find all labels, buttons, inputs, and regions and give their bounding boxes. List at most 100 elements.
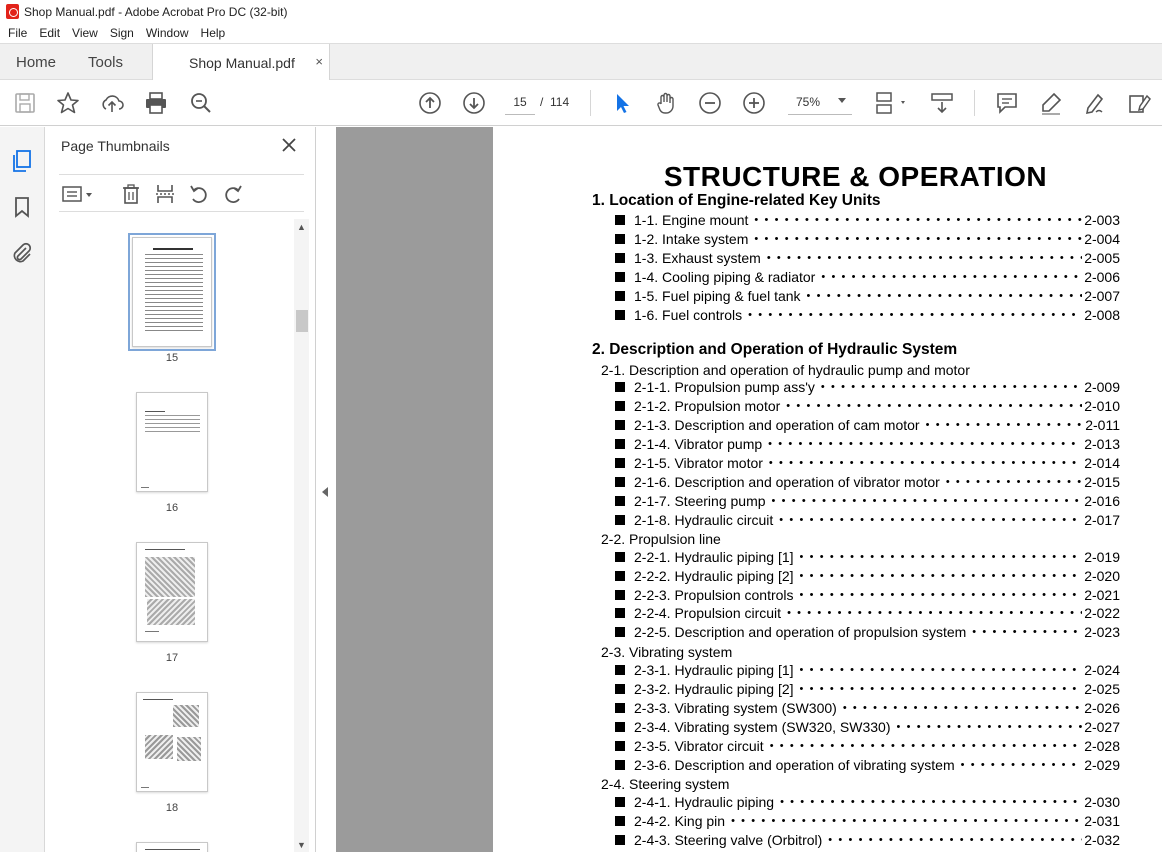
highlight-pen-icon[interactable] <box>1038 90 1064 116</box>
scrollbar-thumb[interactable] <box>296 310 308 332</box>
menu-help[interactable]: Help <box>201 26 226 40</box>
thumb-diagram <box>177 737 201 761</box>
toolbar-divider <box>590 90 591 116</box>
menu-edit[interactable]: Edit <box>39 26 60 40</box>
toc-entry-label: 2-1-8. Hydraulic circuit <box>634 512 774 528</box>
toc-entry[interactable]: 1-5. Fuel piping & fuel tank • • • • • • … <box>615 287 1120 305</box>
menu-view[interactable]: View <box>72 26 98 40</box>
dot-leader: • • • • • • • • • • • • • • • • • • • • … <box>754 214 1082 226</box>
page-thumbnails-icon[interactable] <box>10 149 34 173</box>
toc-entry[interactable]: 2-1-6. Description and operation of vibr… <box>615 473 1120 491</box>
square-bullet-icon <box>615 272 625 282</box>
menu-file[interactable]: File <box>8 26 27 40</box>
square-bullet-icon <box>615 816 625 826</box>
thumbnail-page[interactable] <box>136 842 208 852</box>
options-menu-icon[interactable] <box>61 183 95 205</box>
toc-entry[interactable]: 2-2-5. Description and operation of prop… <box>615 623 1120 641</box>
toc-entry[interactable]: 2-4-1. Hydraulic piping • • • • • • • • •… <box>615 793 1120 811</box>
panel-collapse-handle[interactable] <box>316 127 336 852</box>
tab-close-icon[interactable]: × <box>315 54 323 69</box>
print-icon[interactable] <box>143 90 169 116</box>
toc-entry[interactable]: 2-1-1. Propulsion pump ass'y • • • • • • … <box>615 378 1120 396</box>
thumbnails-panel: Page Thumbnails ▲ ▼ 15 16 17 18 <box>45 127 316 852</box>
zoom-out-icon[interactable] <box>697 90 723 116</box>
insert-page-icon[interactable] <box>154 183 176 205</box>
toc-entry[interactable]: 1-4. Cooling piping & radiator • • • • • … <box>615 268 1120 286</box>
menu-window[interactable]: Window <box>146 26 189 40</box>
main-toolbar <box>0 80 1162 126</box>
square-bullet-icon <box>615 835 625 845</box>
toc-entry[interactable]: 2-2-1. Hydraulic piping [1] • • • • • • •… <box>615 548 1120 566</box>
scroll-down-icon[interactable]: ▼ <box>297 840 306 850</box>
toc-entry-label: 2-2-1. Hydraulic piping [1] <box>634 549 794 565</box>
sign-pen-icon[interactable] <box>1082 90 1108 116</box>
select-cursor-icon[interactable] <box>609 90 635 116</box>
comment-icon[interactable] <box>994 90 1020 116</box>
thumbnail-page[interactable] <box>136 542 208 642</box>
toc-entry[interactable]: 2-2-4. Propulsion circuit • • • • • • • •… <box>615 604 1120 622</box>
toc-entry[interactable]: 2-2-2. Hydraulic piping [2] • • • • • • •… <box>615 567 1120 585</box>
toc-entry[interactable]: 2-3-5. Vibrator circuit • • • • • • • • •… <box>615 737 1120 755</box>
zoom-level-dropdown[interactable]: 75% <box>788 89 852 115</box>
thumbnail-page[interactable] <box>136 392 208 492</box>
upload-cloud-icon[interactable] <box>99 90 125 116</box>
toc-entry[interactable]: 1-3. Exhaust system • • • • • • • • • • •… <box>615 249 1120 267</box>
toc-entry[interactable]: 2-3-6. Description and operation of vibr… <box>615 756 1120 774</box>
toc-entry[interactable]: 2-4-2. King pin • • • • • • • • • • • • •… <box>615 812 1120 830</box>
thumbnail-page[interactable] <box>128 233 216 351</box>
page-view-icon[interactable] <box>873 90 909 116</box>
thumbnail-page[interactable] <box>136 692 208 792</box>
close-icon[interactable] <box>281 137 297 153</box>
zoom-search-icon[interactable] <box>188 90 214 116</box>
previous-page-icon[interactable] <box>417 90 443 116</box>
rotate-right-icon[interactable] <box>222 183 244 205</box>
dot-leader: • • • • • • • • • • • • • • • • • • • • … <box>842 702 1082 714</box>
hand-tool-icon[interactable] <box>653 90 679 116</box>
save-icon[interactable] <box>12 90 38 116</box>
next-page-icon[interactable] <box>461 90 487 116</box>
toc-entry[interactable]: 1-2. Intake system • • • • • • • • • • • … <box>615 230 1120 248</box>
toc-entry[interactable]: 2-1-7. Steering pump • • • • • • • • • • … <box>615 492 1120 510</box>
scroll-mode-icon[interactable] <box>929 90 955 116</box>
toc-entry-page: 2-029 <box>1084 757 1120 773</box>
fill-sign-icon[interactable] <box>1126 90 1152 116</box>
square-bullet-icon <box>615 589 625 600</box>
scroll-up-icon[interactable]: ▲ <box>297 222 306 232</box>
tab-document-label: Shop Manual.pdf <box>189 54 295 71</box>
delete-trash-icon[interactable] <box>120 183 142 205</box>
zoom-in-icon[interactable] <box>741 90 767 116</box>
square-bullet-icon <box>615 458 625 468</box>
tab-home[interactable]: Home <box>16 44 56 80</box>
subsection-heading: 2-3. Vibrating system <box>601 644 733 660</box>
toc-entry-page: 2-004 <box>1084 231 1120 247</box>
toc-entry[interactable]: 2-3-4. Vibrating system (SW320, SW330) • … <box>615 718 1120 736</box>
toc-entry[interactable]: 1-1. Engine mount • • • • • • • • • • • •… <box>615 211 1120 229</box>
toc-entry[interactable]: 2-1-4. Vibrator pump • • • • • • • • • • … <box>615 435 1120 453</box>
toc-entry[interactable]: 2-1-3. Description and operation of cam … <box>615 416 1120 434</box>
toc-entry[interactable]: 2-1-2. Propulsion motor • • • • • • • • •… <box>615 397 1120 415</box>
toc-entry-label: 1-1. Engine mount <box>634 212 749 228</box>
toc-entry-label: 1-3. Exhaust system <box>634 250 761 266</box>
square-bullet-icon <box>615 401 625 411</box>
toc-entry[interactable]: 2-4-3. Steering valve (Orbitrol) • • • • … <box>615 831 1120 849</box>
toc-entry[interactable]: 2-1-8. Hydraulic circuit • • • • • • • • … <box>615 511 1120 529</box>
thumb-line <box>145 306 203 307</box>
bookmark-icon[interactable] <box>10 195 34 219</box>
toc-entry[interactable]: 1-6. Fuel controls • • • • • • • • • • • … <box>615 306 1120 324</box>
toc-entry[interactable]: 2-3-3. Vibrating system (SW300) • • • • •… <box>615 699 1120 717</box>
toc-entry[interactable]: 2-1-5. Vibrator motor • • • • • • • • • •… <box>615 454 1120 472</box>
toc-entry[interactable]: 2-2-3. Propulsion controls • • • • • • • … <box>615 586 1120 604</box>
toc-entry[interactable]: 2-3-1. Hydraulic piping [1] • • • • • • •… <box>615 661 1120 679</box>
page-number-input[interactable]: 15 <box>505 89 535 115</box>
tab-tools[interactable]: Tools <box>88 44 123 80</box>
star-icon[interactable] <box>55 90 81 116</box>
thumb-diagram <box>145 735 173 759</box>
toc-entry-page: 2-010 <box>1084 398 1120 414</box>
thumb-line <box>145 286 203 287</box>
toc-entry[interactable]: 2-3-2. Hydraulic piping [2] • • • • • • •… <box>615 680 1120 698</box>
rotate-left-icon[interactable] <box>188 183 210 205</box>
tab-document[interactable]: Shop Manual.pdf × <box>152 44 330 81</box>
thumb-diagram <box>147 599 195 625</box>
menu-sign[interactable]: Sign <box>110 26 134 40</box>
attachment-icon[interactable] <box>10 241 34 265</box>
